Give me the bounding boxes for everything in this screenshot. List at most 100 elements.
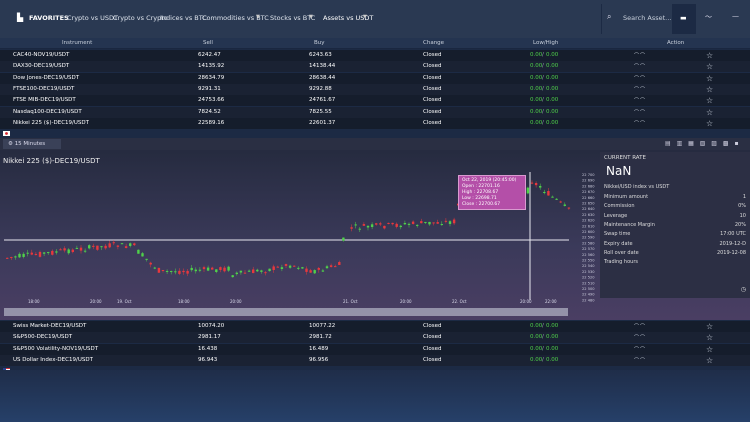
navigator-bar[interactable] [4,308,568,316]
mini-chart-icon[interactable]: ⌒⌒ [634,52,646,59]
table-row[interactable]: DAX30-DEC19/USDT 14135.92 14138.44 Closed 0.… [0,61,750,80]
buy-price[interactable]: 16.489 [309,346,328,352]
table-row[interactable]: Nasdaq100-DEC19/USDT 7824.52 7825.55 Closed… [0,106,750,125]
buy-price[interactable]: 96.956 [309,357,328,363]
star-icon[interactable]: ☆ [706,62,713,71]
mini-chart-icon[interactable]: ⌒⌒ [634,97,646,104]
buy-price[interactable]: 2981.72 [309,334,332,340]
x-tick-label: 22:00 [545,299,557,304]
mini-chart-icon[interactable]: ⌒⌒ [634,334,646,341]
buy-price[interactable]: 6243.63 [309,52,332,58]
star-icon[interactable]: ☆ [706,119,713,128]
candle-body [83,250,87,252]
mini-chart-icon[interactable]: ⌒⌒ [634,109,646,116]
clock-icon[interactable]: ◷ [741,286,746,293]
instrument-name[interactable]: Dow Jones-DEC19/USDT [13,75,79,81]
candle-body [428,221,431,225]
star-icon[interactable]: ☆ [706,356,713,365]
table-row[interactable]: CAC40-NOV19/USDT 6242.47 6243.63 Closed 0.00… [0,50,750,68]
star-icon[interactable]: ☆ [706,333,713,342]
candle-body [313,270,316,274]
instrument-name[interactable]: S&P500 Volatility-NOV19/USDT [13,346,98,352]
search-input[interactable]: Search Asset... [623,14,671,22]
table-row[interactable]: Dow Jones-DEC19/USDT 28634.79 28638.44 Clos… [0,72,750,91]
mini-chart-icon[interactable]: ⌒⌒ [634,75,646,82]
sell-price[interactable]: 22589.16 [198,120,224,126]
favorites-icon[interactable]: ▙ [17,13,23,22]
buy-price[interactable]: 7825.55 [309,109,332,115]
nav-crypto-usdt[interactable]: Crypto vs USDT [67,14,118,22]
timeframe-select[interactable]: ⚙ 15 Minutes [3,139,61,149]
mini-chart-icon[interactable]: ⌒⌒ [634,63,646,70]
sell-price[interactable]: 96.943 [198,357,217,363]
star-icon[interactable]: ☆ [706,96,713,105]
instrument-name[interactable]: Nikkei 225 ($)-DEC19/USDT [13,120,89,126]
flag-icon [3,53,10,68]
table-row[interactable]: S&P500 Volatility-NOV19/USDT 16.438 16.489… [0,343,750,362]
candle-body [223,267,226,272]
star-icon[interactable]: ☆ [706,51,713,60]
table-row[interactable]: Nikkei 225 ($)-DEC19/USDT 22589.16 22601.3… [0,117,750,136]
sell-price[interactable]: 24753.66 [198,97,224,103]
nav-indices-btc[interactable]: Indices vs BTC [160,14,207,22]
instrument-name[interactable]: Swiss Market-DEC19/USDT [13,323,86,329]
candle-body [252,269,255,274]
col-change: Change [423,40,445,46]
star-icon[interactable]: ☆ [706,108,713,117]
download-button[interactable]: ▬ [672,4,696,34]
instrument-name[interactable]: US Dollar Index-DEC19/USDT [13,357,93,363]
low-value: 0.00 [530,356,543,363]
sell-price[interactable]: 16.438 [198,346,217,352]
table-row[interactable]: Swiss Market-DEC19/USDT 10074.20 10077.22 C… [0,321,750,339]
buy-price[interactable]: 10077.22 [309,323,335,329]
table-row[interactable]: FTSE MIB-DEC19/USDT 24753.66 24761.67 Close… [0,95,750,114]
candle-body [280,267,284,270]
sell-price[interactable]: 7824.52 [198,109,221,115]
candle-body [391,222,394,225]
sell-price[interactable]: 28634.79 [198,75,224,81]
candle-body [211,267,214,270]
candle-body [30,252,33,255]
table-row[interactable]: FTSE100-DEC19/USDT 9291.31 9292.88 Closed 0.… [0,83,750,102]
mini-chart-icon[interactable]: ⌒⌒ [634,346,646,353]
instrument-name[interactable]: FTSE MIB-DEC19/USDT [13,97,76,103]
buy-price[interactable]: 22601.37 [309,120,335,126]
mini-chart-icon[interactable]: ⌒⌒ [634,323,646,330]
candle-body [104,245,107,249]
search-icon[interactable]: ⌕ [607,12,611,22]
sell-price[interactable]: 9291.31 [198,86,221,92]
candle-body [534,182,538,186]
mini-chart-icon[interactable]: ⌒⌒ [634,357,646,364]
instrument-name[interactable]: FTSE100-DEC19/USDT [13,86,74,92]
star-icon[interactable]: ☆ [706,322,713,331]
star-icon[interactable]: ☆ [706,345,713,354]
sell-price[interactable]: 10074.20 [198,323,224,329]
star-icon[interactable]: ☆ [706,85,713,94]
instrument-name[interactable]: CAC40-NOV19/USDT [13,52,69,58]
sell-price[interactable]: 2981.17 [198,334,221,340]
nav-favorites[interactable]: FAVORITES [29,14,69,22]
buy-price[interactable]: 28638.44 [309,75,335,81]
buy-price[interactable]: 14138.44 [309,63,335,69]
chart-line-icon[interactable]: 〜 [705,12,712,22]
mini-chart-icon[interactable]: ⌒⌒ [634,120,646,127]
star-icon[interactable]: ☆ [706,74,713,83]
table-row[interactable]: US Dollar Index-DEC19/USDT 96.943 96.956 Cl… [0,354,750,373]
instrument-name[interactable]: DAX30-DEC19/USDT [13,63,69,69]
chart-tools-icon[interactable]: ▤ ▥ ▦ ▧ ▨ ▩ ▪ [665,140,741,147]
candle-body [567,207,571,209]
instrument-name[interactable]: Nasdaq100-DEC19/USDT [13,109,82,115]
info-label: Maintenance Margin [604,221,655,228]
table-row[interactable]: S&P500-DEC19/USDT 2981.17 2981.72 Closed 0.0… [0,332,750,351]
instrument-name[interactable]: S&P500-DEC19/USDT [13,334,72,340]
candle-body [190,267,193,271]
candle-body [362,224,366,226]
buy-price[interactable]: 24761.67 [309,97,335,103]
menu-icon[interactable]: — [732,12,739,20]
app-root: ▙ FAVORITES Crypto vs USDT Crypto vs Cry… [0,0,750,422]
flag-icon [3,324,10,339]
buy-price[interactable]: 9292.88 [309,86,332,92]
sell-price[interactable]: 6242.47 [198,52,221,58]
sell-price[interactable]: 14135.92 [198,63,224,69]
mini-chart-icon[interactable]: ⌒⌒ [634,86,646,93]
